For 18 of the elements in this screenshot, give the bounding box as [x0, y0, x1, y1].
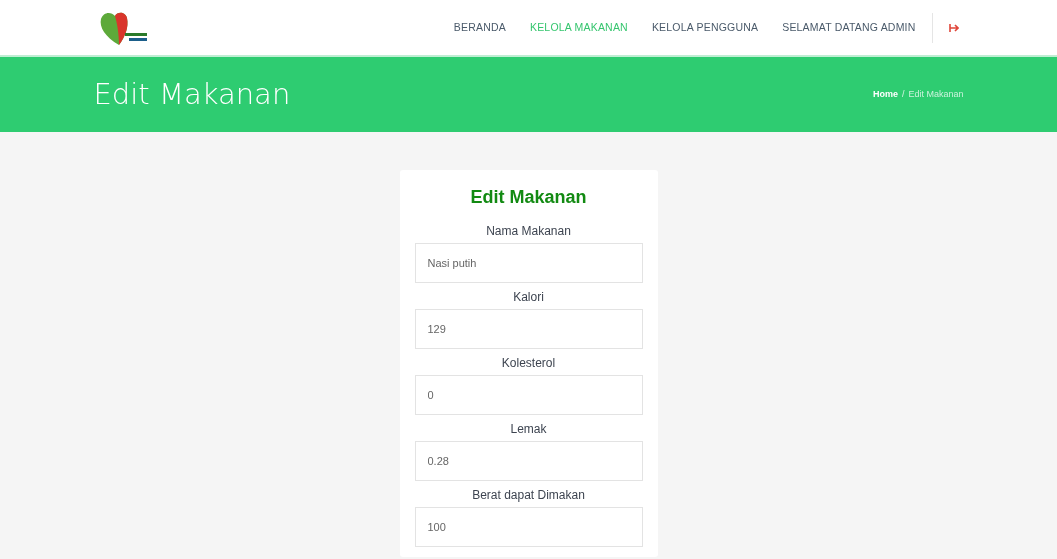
nav-link[interactable]: BERANDA — [453, 19, 506, 36]
field-label: Kalori — [512, 289, 545, 305]
nav-link[interactable]: SELAMAT DATANG ADMIN — [782, 19, 916, 36]
input-field[interactable]: 129 — [414, 309, 643, 349]
input-field[interactable]: Nasi putih — [414, 243, 643, 283]
breadcrumb-current: Edit Makanan — [908, 87, 964, 101]
input-field[interactable]: 0 — [414, 375, 643, 415]
breadcrumb-separator: / — [901, 87, 905, 101]
field-label: Lemak — [509, 421, 548, 437]
field-label: Nama Makanan — [485, 223, 572, 239]
page-title: Edit Makanan — [93, 75, 291, 113]
nav-link[interactable]: KELOLA PENGGUNA — [651, 19, 759, 36]
field-label: Berat dapat Dimakan — [471, 487, 586, 503]
logout-icon[interactable] — [948, 23, 959, 32]
input-field[interactable]: 0.28 — [414, 441, 643, 481]
input-field[interactable]: 100 — [414, 507, 643, 547]
form-title: Edit Makanan — [469, 186, 588, 209]
field-label: Kolesterol — [500, 355, 557, 371]
